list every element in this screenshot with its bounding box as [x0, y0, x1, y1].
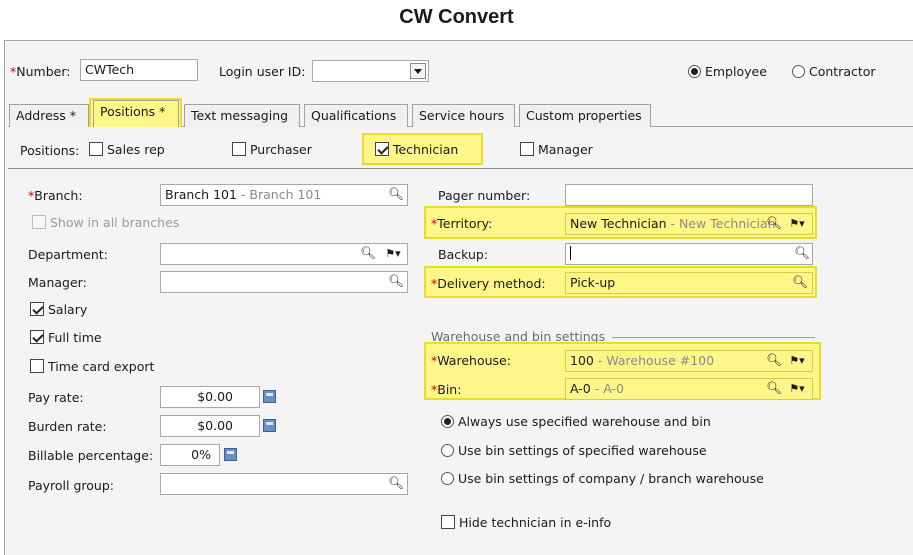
radio-use-bin-settings-warehouse[interactable]: Use bin settings of specified warehouse: [441, 443, 707, 458]
checkbox-checked-icon: [30, 330, 44, 344]
radio-employee[interactable]: Employee: [688, 64, 767, 79]
backup-input[interactable]: [565, 243, 813, 265]
backup-label: Backup:: [438, 247, 489, 262]
radio-icon: [441, 472, 454, 485]
checkbox-checked-icon: [375, 142, 389, 156]
search-icon[interactable]: 🔍︎: [766, 380, 782, 396]
warehouse-section-line: [612, 337, 815, 338]
radio-use-bin-settings-company[interactable]: Use bin settings of company / branch war…: [441, 471, 764, 486]
window-title: CW Convert: [399, 6, 514, 28]
burden-rate-input[interactable]: $0.00: [160, 415, 260, 437]
radio-icon: [441, 415, 454, 428]
radio-icon: [441, 444, 454, 457]
search-icon[interactable]: 🔍︎: [388, 475, 404, 491]
search-icon[interactable]: 🔍︎: [766, 352, 782, 368]
tab-positions[interactable]: Positions *: [93, 100, 179, 127]
login-user-label: Login user ID:: [219, 64, 306, 79]
position-manager[interactable]: Manager: [520, 142, 593, 157]
full-time-checkbox[interactable]: Full time: [30, 330, 102, 345]
tab-address[interactable]: Address *: [9, 104, 89, 127]
number-input[interactable]: CWTech: [80, 59, 198, 81]
bin-label: *Bin:: [431, 382, 462, 397]
branch-input[interactable]: Branch 101 - Branch 101: [160, 184, 408, 206]
pager-number-label: Pager number:: [438, 188, 531, 203]
text-cursor: [570, 246, 571, 260]
search-icon[interactable]: 🔍︎: [792, 274, 808, 290]
position-sales-rep[interactable]: Sales rep: [89, 142, 165, 157]
flag-menu-icon[interactable]: ⚑▾: [786, 352, 808, 368]
calculator-icon[interactable]: [263, 419, 276, 432]
position-purchaser[interactable]: Purchaser: [232, 142, 312, 157]
flag-menu-icon[interactable]: ⚑▾: [786, 215, 808, 231]
checkbox-icon: [89, 142, 103, 156]
checkbox-checked-icon: [30, 302, 44, 316]
search-icon[interactable]: 🔍︎: [388, 186, 404, 202]
burden-rate-label: Burden rate:: [28, 419, 107, 434]
positions-divider: [8, 168, 913, 169]
delivery-method-label: *Delivery method:: [431, 276, 546, 291]
search-icon[interactable]: 🔍︎: [794, 245, 810, 261]
radio-contractor[interactable]: Contractor: [792, 64, 876, 79]
calculator-icon[interactable]: [263, 390, 276, 403]
manager-label: Manager:: [28, 275, 87, 290]
territory-label: *Territory:: [431, 216, 493, 231]
pager-number-input[interactable]: [565, 184, 813, 206]
search-icon[interactable]: 🔍︎: [766, 215, 782, 231]
calculator-icon[interactable]: [224, 448, 237, 461]
hide-technician-checkbox[interactable]: Hide technician in e-info: [441, 515, 611, 530]
positions-label: Positions:: [20, 143, 80, 158]
checkbox-icon: [30, 359, 44, 373]
tab-service-hours[interactable]: Service hours: [412, 104, 515, 127]
tab-text-messaging[interactable]: Text messaging: [184, 104, 300, 127]
search-icon[interactable]: 🔍︎: [360, 245, 376, 261]
show-all-branches[interactable]: Show in all branches: [32, 215, 179, 230]
chevron-down-icon[interactable]: [410, 63, 426, 79]
manager-input[interactable]: [160, 271, 408, 293]
warehouse-label: *Warehouse:: [431, 353, 511, 368]
tab-qualifications[interactable]: Qualifications: [304, 104, 408, 127]
tab-custom-properties[interactable]: Custom properties: [519, 104, 651, 127]
flag-menu-icon[interactable]: ⚑▾: [786, 380, 808, 396]
radio-always-use-warehouse[interactable]: Always use specified warehouse and bin: [441, 414, 711, 429]
pay-rate-input[interactable]: $0.00: [160, 386, 260, 408]
delivery-method-input[interactable]: Pick-up: [565, 272, 813, 294]
flag-menu-icon[interactable]: ⚑▾: [382, 245, 404, 261]
payroll-group-label: Payroll group:: [28, 478, 114, 493]
department-label: Department:: [28, 247, 108, 262]
position-technician[interactable]: Technician: [375, 142, 458, 157]
branch-label: *Branch:: [28, 188, 83, 203]
number-label: *Number:: [10, 64, 71, 79]
checkbox-icon: [441, 515, 455, 529]
time-card-export-checkbox[interactable]: Time card export: [30, 359, 154, 374]
salary-checkbox[interactable]: Salary: [30, 302, 87, 317]
billable-percentage-label: Billable percentage:: [28, 448, 154, 463]
search-icon[interactable]: 🔍︎: [388, 273, 404, 289]
checkbox-icon: [32, 215, 46, 229]
login-user-select[interactable]: [312, 60, 429, 82]
checkbox-icon: [232, 142, 246, 156]
radio-icon: [792, 65, 805, 78]
radio-icon: [688, 65, 701, 78]
payroll-group-input[interactable]: [160, 473, 408, 495]
pay-rate-label: Pay rate:: [28, 390, 84, 405]
checkbox-icon: [520, 142, 534, 156]
billable-percentage-input[interactable]: 0%: [160, 444, 220, 466]
